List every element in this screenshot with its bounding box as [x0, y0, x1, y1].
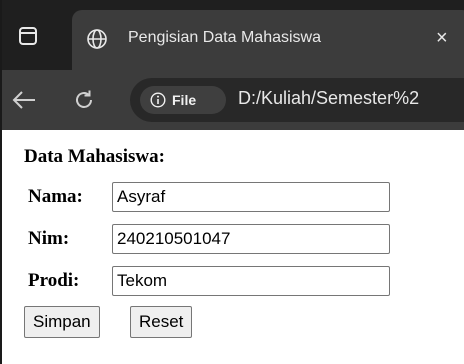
- info-icon: [150, 92, 166, 108]
- reset-button[interactable]: Reset: [130, 306, 193, 338]
- prodi-input[interactable]: [112, 266, 390, 296]
- chip-label: File: [172, 92, 197, 108]
- site-info-chip[interactable]: File: [140, 86, 226, 114]
- globe-icon: [87, 29, 107, 49]
- nim-input[interactable]: [112, 224, 390, 254]
- nama-input[interactable]: [112, 182, 390, 212]
- tab-close-icon[interactable]: ×: [436, 26, 448, 50]
- tab-strip: Pengisian Data Mahasiswa ×: [2, 0, 464, 70]
- simpan-button[interactable]: Simpan: [24, 306, 100, 338]
- url-text[interactable]: D:/Kuliah/Semester%2: [238, 88, 419, 109]
- browser-window: Pengisian Data Mahasiswa × File D:/Kulia…: [0, 0, 464, 364]
- tab-title: Pengisian Data Mahasiswa: [128, 29, 321, 46]
- label-nama: Nama:: [28, 186, 83, 207]
- address-bar[interactable]: File D:/Kuliah/Semester%2: [130, 78, 464, 122]
- browser-toolbar: File D:/Kuliah/Semester%2: [2, 70, 464, 130]
- reload-icon[interactable]: [70, 86, 98, 114]
- label-prodi: Prodi:: [28, 270, 80, 291]
- page-content: Data Mahasiswa: Nama: Nim: Prodi: Simpan…: [2, 130, 464, 364]
- tab-search-icon[interactable]: [16, 24, 40, 48]
- label-nim: Nim:: [28, 228, 70, 249]
- browser-tab-active[interactable]: Pengisian Data Mahasiswa ×: [72, 10, 464, 70]
- back-arrow-icon[interactable]: [10, 86, 38, 114]
- page-heading: Data Mahasiswa:: [24, 146, 165, 167]
